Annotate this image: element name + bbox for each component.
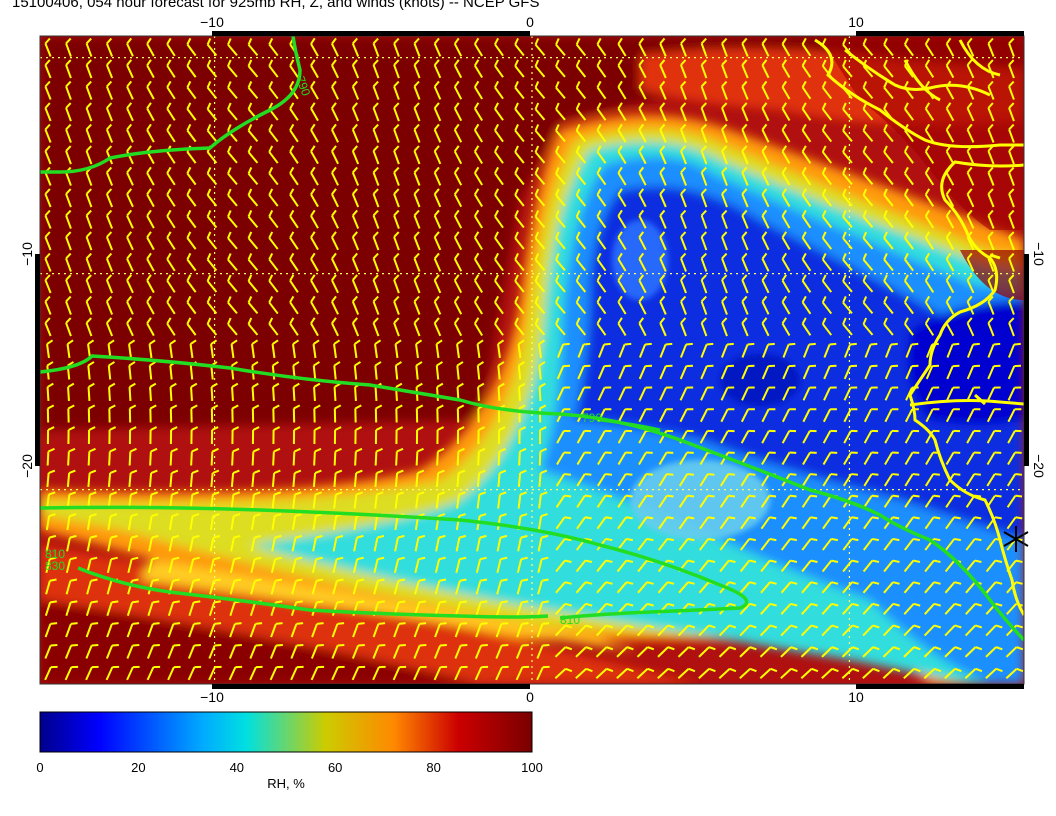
colorbar-tick: 60 (328, 760, 342, 775)
bottom-lon-tick: −10 (200, 689, 224, 705)
colorbar-tick: 100 (521, 760, 543, 775)
bottom-lon-tick: 10 (848, 689, 864, 705)
contour-label-810-east: 810 (560, 613, 580, 627)
top-lon-tick: 0 (526, 14, 534, 30)
colorbar-tick: 80 (426, 760, 440, 775)
top-lon-tick: −10 (200, 14, 224, 30)
left-lat-tick: −10 (19, 242, 35, 266)
top-lon-tick: 10 (848, 14, 864, 30)
colorbar-tick: 0 (36, 760, 43, 775)
rh-forecast-map: 790 790 810 830 810 −10 0 10 −10 0 10 −1… (19, 14, 1047, 791)
right-lat-tick: −20 (1031, 454, 1047, 478)
right-lat-tick: −10 (1031, 242, 1047, 266)
contour-label-790-mid: 790 (582, 411, 602, 425)
contour-label-830: 830 (45, 559, 65, 573)
colorbar-tick: 40 (230, 760, 244, 775)
colorbar-tick: 20 (131, 760, 145, 775)
bottom-lon-tick: 0 (526, 689, 534, 705)
colorbar-gradient (39, 711, 533, 753)
left-lat-tick: −20 (19, 454, 35, 478)
colorbar-label: RH, % (267, 776, 305, 791)
colorbar: 0 20 40 60 80 100 RH, % (36, 711, 543, 791)
